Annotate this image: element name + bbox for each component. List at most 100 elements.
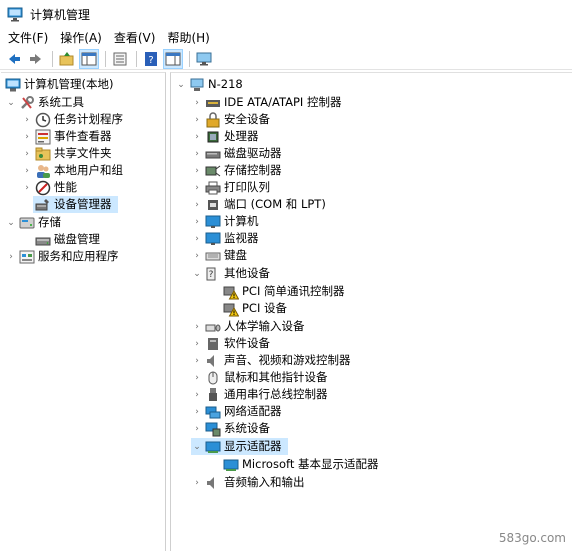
tree-item-root[interactable]: 计算机管理(本地) [3, 76, 113, 93]
menu-action[interactable]: 操作(A) [54, 28, 108, 48]
chevron-right-icon[interactable]: › [191, 318, 203, 335]
up-one-level-button[interactable] [57, 49, 77, 69]
device-category-print-queues[interactable]: › 打印队列 [191, 179, 270, 196]
chevron-right-icon[interactable]: › [191, 196, 203, 213]
tree-item-performance[interactable]: › 性能 [21, 179, 77, 196]
chevron-right-icon[interactable]: › [191, 474, 203, 491]
tree-label: 磁盘管理 [54, 232, 100, 246]
device-category-monitors[interactable]: › 监视器 [191, 230, 259, 247]
chevron-right-icon[interactable]: › [191, 111, 203, 128]
device-category-other-devices[interactable]: ⌄ ? 其他设备 [191, 265, 270, 282]
menu-help[interactable]: 帮助(H) [161, 28, 215, 48]
chevron-right-icon[interactable]: › [21, 162, 33, 179]
chevron-down-icon[interactable]: ⌄ [5, 214, 17, 231]
device-category-hid[interactable]: › 人体学输入设备 [191, 318, 305, 335]
chevron-down-icon[interactable]: ⌄ [175, 76, 187, 93]
chevron-right-icon[interactable]: › [191, 403, 203, 420]
device-root[interactable]: ⌄ N-218 [175, 76, 242, 93]
device-category-processors[interactable]: › 处理器 [191, 128, 258, 145]
tree-item-services-apps[interactable]: › 服务和应用程序 [5, 248, 119, 265]
chevron-down-icon[interactable]: ⌄ [191, 438, 203, 455]
event-viewer-icon [35, 129, 51, 144]
security-device-icon [206, 111, 220, 127]
tree-item-event-viewer[interactable]: › 事件查看器 [21, 128, 112, 145]
forward-button[interactable] [26, 49, 46, 69]
software-device-icon [208, 337, 218, 350]
device-category-ports[interactable]: › 端口 (COM 和 LPT) [191, 196, 326, 213]
device-category-audio-io[interactable]: › 音频输入和输出 [191, 474, 304, 491]
shared-folder-icon [35, 147, 51, 160]
chevron-right-icon[interactable]: › [191, 230, 203, 247]
device-category-label: 人体学输入设备 [224, 319, 305, 333]
chevron-right-icon[interactable]: › [21, 111, 33, 128]
device-category-display-adapters[interactable]: ⌄ 显示适配器 [191, 438, 288, 455]
chevron-right-icon[interactable]: › [21, 145, 33, 162]
tree-label: 性能 [54, 180, 77, 194]
device-category-label: 存储控制器 [224, 163, 282, 177]
ide-controller-icon [206, 99, 220, 107]
tree-item-system-tools[interactable]: ⌄ 系统工具 [5, 94, 84, 111]
device-category-system-devices[interactable]: › 系统设备 [191, 420, 270, 437]
device-category-label: 键盘 [224, 248, 247, 262]
device-category-disk-drives[interactable]: › 磁盘驱动器 [191, 145, 282, 162]
chevron-down-icon[interactable]: ⌄ [191, 265, 203, 282]
tree-item-disk-management[interactable]: 磁盘管理 [33, 231, 100, 248]
device-item-pci-simple-comm[interactable]: PCI 简单通讯控制器 [221, 283, 345, 300]
mouse-icon [208, 371, 218, 384]
device-category-ide[interactable]: › IDE ATA/ATAPI 控制器 [191, 94, 341, 111]
back-button[interactable] [4, 49, 24, 69]
svg-text:?: ? [148, 55, 153, 66]
help-button[interactable]: ? [141, 49, 161, 69]
device-category-usb[interactable]: › 通用串行总线控制器 [191, 386, 327, 403]
properties-button[interactable] [110, 49, 130, 69]
chevron-right-icon[interactable]: › [191, 162, 203, 179]
action-pane-button[interactable] [163, 48, 183, 69]
show-hide-tree-button[interactable] [79, 48, 99, 69]
chevron-right-icon[interactable]: › [191, 179, 203, 196]
toolbar: ? [0, 48, 572, 70]
device-category-keyboards[interactable]: › 键盘 [191, 247, 247, 264]
chevron-right-icon[interactable]: › [191, 213, 203, 230]
device-category-label: 端口 (COM 和 LPT) [224, 197, 326, 211]
tree-item-device-manager[interactable]: 设备管理器 [33, 196, 118, 213]
computer-button[interactable] [194, 49, 214, 69]
device-category-security[interactable]: › 安全设备 [191, 111, 270, 128]
menu-file[interactable]: 文件(F) [2, 28, 54, 48]
chevron-right-icon[interactable]: › [191, 128, 203, 145]
device-item-pci-device[interactable]: PCI 设备 [221, 300, 287, 317]
device-category-storage-controllers[interactable]: › 存储控制器 [191, 162, 282, 179]
device-category-mice[interactable]: › 鼠标和其他指针设备 [191, 369, 328, 386]
device-category-label: 磁盘驱动器 [224, 146, 282, 160]
chevron-right-icon[interactable]: › [191, 352, 203, 369]
device-category-computer[interactable]: › 计算机 [191, 213, 258, 230]
device-category-software-devices[interactable]: › 软件设备 [191, 335, 270, 352]
chevron-right-icon[interactable]: › [191, 369, 203, 386]
chevron-right-icon[interactable]: › [21, 179, 33, 196]
title-bar: 计算机管理 [0, 0, 572, 28]
tree-item-storage[interactable]: ⌄ 存储 [5, 214, 61, 231]
menu-view[interactable]: 查看(V) [108, 28, 162, 48]
device-category-label: 监视器 [224, 231, 259, 245]
chevron-down-icon[interactable]: ⌄ [5, 94, 17, 111]
show-hide-tree-icon [81, 52, 97, 65]
chevron-right-icon[interactable]: › [191, 94, 203, 111]
tree-item-local-users[interactable]: › 本地用户和组 [21, 162, 123, 179]
device-category-label: 声音、视频和游戏控制器 [224, 353, 351, 367]
device-category-label: 安全设备 [224, 112, 270, 126]
device-category-network[interactable]: › 网络适配器 [191, 403, 282, 420]
chevron-right-icon[interactable]: › [191, 145, 203, 162]
chevron-right-icon[interactable]: › [5, 248, 17, 265]
chevron-right-icon[interactable]: › [191, 386, 203, 403]
tree-item-task-scheduler[interactable]: › 任务计划程序 [21, 111, 123, 128]
chevron-right-icon[interactable]: › [191, 335, 203, 352]
action-pane-icon [165, 52, 181, 65]
chevron-right-icon[interactable]: › [191, 420, 203, 437]
device-item-ms-basic-display[interactable]: Microsoft 基本显示适配器 [221, 456, 379, 473]
tree-item-shared-folders[interactable]: › 共享文件夹 [21, 145, 112, 162]
chevron-right-icon[interactable]: › [191, 247, 203, 264]
system-device-icon [205, 422, 221, 436]
device-category-sound[interactable]: › 声音、视频和游戏控制器 [191, 352, 351, 369]
speaker-icon [207, 354, 214, 367]
toolbar-separator [105, 50, 106, 67]
chevron-right-icon[interactable]: › [21, 128, 33, 145]
